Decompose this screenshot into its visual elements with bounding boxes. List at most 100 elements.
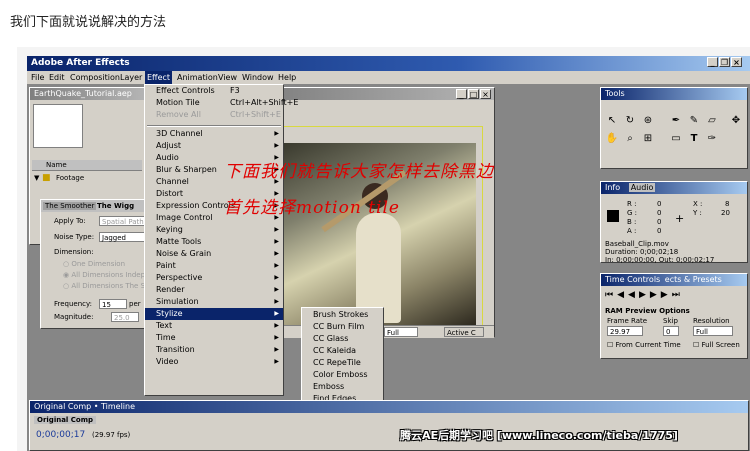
current-timecode[interactable]: 0;00;00;17 (36, 430, 85, 440)
submenu-arrow-icon: ▶ (274, 322, 279, 329)
effect-controls-shortcut: F3 (230, 86, 240, 95)
b-label: B : (627, 218, 637, 226)
pan-behind-icon[interactable]: ⊞ (641, 132, 655, 146)
tab-effects-presets[interactable]: ects & Presets (665, 275, 722, 284)
menu-item-3d-channel[interactable]: 3D Channel ▶ (145, 128, 283, 140)
magnitude-label: Magnitude: (54, 313, 94, 321)
menu-file[interactable]: File (29, 71, 46, 84)
menu-item-remove-all[interactable]: Remove All Ctrl+Shift+E (145, 109, 283, 121)
magnitude-input[interactable]: 25.0 (111, 312, 139, 322)
submenu-item-cc-kaleida[interactable]: CC Kaleida (302, 345, 383, 357)
submenu-item-color-emboss[interactable]: Color Emboss (302, 369, 383, 381)
skip-input[interactable]: 0 (663, 326, 679, 336)
all-dimensions-independently-radio[interactable]: ◉ All Dimensions Indepe (63, 271, 149, 279)
tab-original-comp[interactable]: Original Comp (34, 416, 97, 424)
menu-item-label: Transition (156, 345, 195, 354)
tab-audio[interactable]: Audio (628, 183, 656, 192)
submenu-item-emboss[interactable]: Emboss (302, 381, 383, 393)
menu-item-noise-grain[interactable]: Noise & Grain ▶ (145, 248, 283, 260)
submenu-arrow-icon: ▶ (274, 358, 279, 365)
hand-tool-icon[interactable]: ✋ (605, 132, 619, 146)
menu-separator (147, 125, 281, 127)
comp-maximize-icon[interactable]: □ (468, 89, 479, 99)
project-panel-title: EarthQuake_Tutorial.aep (30, 88, 146, 100)
submenu-item-brush-strokes[interactable]: Brush Strokes (302, 309, 383, 321)
motion-tile-shortcut: Ctrl+Alt+Shift+E (230, 98, 299, 107)
menu-item-time[interactable]: Time ▶ (145, 332, 283, 344)
axis-icon[interactable]: ✥ (729, 114, 743, 128)
footage-folder[interactable]: Footage (56, 174, 84, 182)
pen-add-icon[interactable]: ✑ (705, 132, 719, 146)
submenu-item-cc-repetile[interactable]: CC RepeTile (302, 357, 383, 369)
menu-item-motion-tile-recent[interactable]: Motion Tile Ctrl+Alt+Shift+E (145, 97, 298, 109)
y-label: Y : (693, 209, 702, 217)
menu-item-matte-tools[interactable]: Matte Tools ▶ (145, 236, 283, 248)
expand-arrow-icon[interactable]: ▼ (34, 174, 39, 182)
resolution-preview-select[interactable]: Full (693, 326, 733, 336)
frequency-input[interactable]: 15 (99, 299, 127, 309)
menu-view[interactable]: View (216, 71, 239, 84)
apply-to-select[interactable]: Spatial Path (99, 216, 145, 226)
submenu-item-cc-glass[interactable]: CC Glass (302, 333, 383, 345)
submenu-arrow-icon: ▶ (274, 334, 279, 341)
menu-item-stylize[interactable]: Stylize ▶ (145, 308, 283, 320)
name-column-header[interactable]: Name (46, 161, 67, 169)
zoom-tool-icon[interactable]: ⌕ (623, 132, 637, 146)
text-tool-icon[interactable]: T (687, 132, 701, 146)
menu-animation[interactable]: Animation (175, 71, 220, 84)
menu-item-simulation[interactable]: Simulation ▶ (145, 296, 283, 308)
submenu-item-cc-burn-film[interactable]: CC Burn Film (302, 321, 383, 333)
rotate-tool-icon[interactable]: ↻ (623, 114, 637, 128)
full-screen-label: Full Screen (701, 341, 740, 349)
noise-type-select[interactable]: Jagged (99, 232, 145, 242)
active-camera-select[interactable]: Active C (444, 327, 484, 337)
transport-buttons[interactable]: ⏮◀◀▶▶▶⏭ (605, 290, 684, 300)
pen-tool-icon[interactable]: ✒ (669, 114, 683, 128)
tab-info[interactable]: Info (605, 183, 620, 192)
orbit-camera-icon[interactable]: ⊛ (641, 114, 655, 128)
r-value: 0 (657, 200, 662, 208)
frame-rate-select[interactable]: 29.97 (607, 326, 643, 336)
menu-window[interactable]: Window (240, 71, 276, 84)
r-label: R : (627, 200, 637, 208)
tab-the-wiggler[interactable]: The Wigg (97, 202, 134, 210)
one-dimension-radio[interactable]: ○ One Dimension (63, 260, 125, 268)
menu-item-text[interactable]: Text ▶ (145, 320, 283, 332)
menu-item-keying[interactable]: Keying ▶ (145, 224, 283, 236)
brush-tool-icon[interactable]: ✎ (687, 114, 701, 128)
menu-item-effect-controls[interactable]: Effect Controls F3 (145, 85, 283, 97)
full-screen-checkbox[interactable]: ☐ Full Screen (693, 341, 740, 349)
from-current-time-checkbox[interactable]: ☐ From Current Time (607, 341, 681, 349)
rectangle-mask-icon[interactable]: ▭ (669, 132, 683, 146)
comp-close-icon[interactable]: × (480, 89, 491, 99)
comp-viewer-title: _ □ × (266, 88, 494, 100)
restore-icon[interactable]: ❐ (719, 57, 730, 67)
menu-item-transition[interactable]: Transition ▶ (145, 344, 283, 356)
all-dimensions-same-radio[interactable]: ○ All Dimensions The Sa (63, 282, 149, 290)
menu-edit[interactable]: Edit (47, 71, 67, 84)
project-thumbnail (33, 104, 83, 148)
comp-minimize-icon[interactable]: _ (456, 89, 467, 99)
menu-item-label: Matte Tools (156, 237, 202, 246)
minimize-icon[interactable]: _ (707, 57, 718, 67)
tab-the-smoother[interactable]: The Smoother (43, 202, 97, 210)
menu-item-render[interactable]: Render ▶ (145, 284, 283, 296)
g-value: 0 (657, 209, 662, 217)
menu-effect[interactable]: Effect (145, 71, 173, 84)
menu-item-paint[interactable]: Paint ▶ (145, 260, 283, 272)
menu-composition[interactable]: Composition (68, 71, 122, 84)
eraser-tool-icon[interactable]: ▱ (705, 114, 719, 128)
menu-item-video[interactable]: Video ▶ (145, 356, 283, 368)
selection-tool-icon[interactable]: ↖ (605, 114, 619, 128)
menu-item-label: Blur & Sharpen (156, 165, 217, 174)
menu-layer[interactable]: Layer (118, 71, 144, 84)
close-icon[interactable]: × (731, 57, 742, 67)
submenu-arrow-icon: ▶ (274, 130, 279, 137)
resolution-select[interactable]: Full (384, 327, 418, 337)
menu-item-adjust[interactable]: Adjust ▶ (145, 140, 283, 152)
menu-item-perspective[interactable]: Perspective ▶ (145, 272, 283, 284)
tab-time-controls[interactable]: Time Controls (605, 275, 660, 284)
menu-help[interactable]: Help (276, 71, 298, 84)
color-swatch (607, 210, 619, 222)
from-current-time-label: From Current Time (615, 341, 681, 349)
